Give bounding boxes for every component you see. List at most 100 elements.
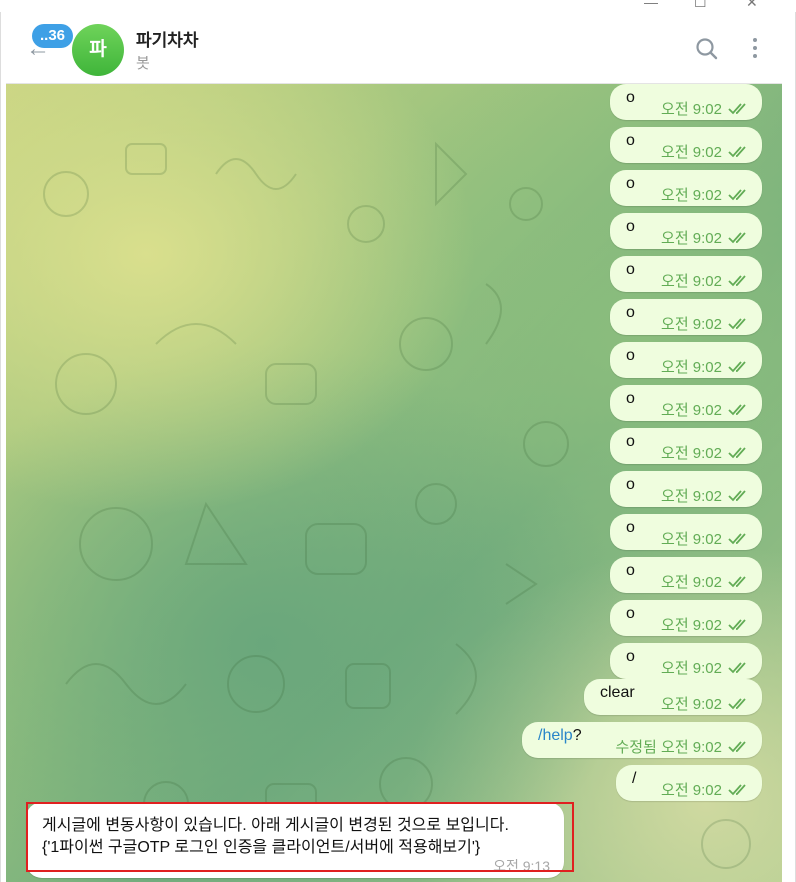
message-suffix: ? bbox=[572, 727, 582, 744]
message-text: o bbox=[626, 132, 635, 149]
double-check-icon bbox=[728, 619, 746, 631]
avatar[interactable]: 파 bbox=[72, 24, 124, 76]
message-meta: 오전 9:02 bbox=[661, 657, 750, 678]
message-meta: 오전 9:02 bbox=[661, 399, 750, 420]
message-time: 오전 9:02 bbox=[661, 782, 722, 799]
message-meta: 오전 9:02 bbox=[661, 141, 750, 162]
message-meta: 오전 9:02 bbox=[661, 442, 750, 463]
double-check-icon bbox=[728, 662, 746, 674]
message-meta: 오전 9:02 bbox=[661, 270, 750, 291]
message-meta: 오전 9:02 bbox=[661, 227, 750, 248]
message-time: 오전 9:02 bbox=[661, 187, 722, 204]
double-check-icon bbox=[728, 361, 746, 373]
chat-title[interactable]: 파기차차 bbox=[136, 26, 199, 51]
message-meta: 오전 9:02 bbox=[661, 693, 750, 714]
outgoing-message[interactable]: o 오전 9:02 bbox=[610, 256, 762, 292]
double-check-icon bbox=[728, 784, 746, 796]
outgoing-message[interactable]: o 오전 9:02 bbox=[610, 600, 762, 636]
outgoing-message[interactable]: o 오전 9:02 bbox=[610, 299, 762, 335]
outgoing-message[interactable]: o 오전 9:02 bbox=[610, 127, 762, 163]
outgoing-message[interactable]: o 오전 9:02 bbox=[610, 385, 762, 421]
message-text: / bbox=[632, 770, 637, 787]
message-time: 오전 9:02 bbox=[661, 617, 722, 634]
chat-header: ← ..36 파 파기차차 봇 bbox=[6, 14, 782, 84]
incoming-message-line1: 게시글에 변동사항이 있습니다. 아래 게시글이 변경된 것으로 보입니다. bbox=[42, 817, 509, 834]
message-text: o bbox=[626, 89, 635, 106]
message-text: o bbox=[626, 476, 635, 493]
double-check-icon bbox=[728, 232, 746, 244]
outgoing-message[interactable]: o 오전 9:02 bbox=[610, 84, 762, 120]
message-text: o bbox=[626, 304, 635, 321]
message-text: o bbox=[626, 519, 635, 536]
chat-status: 봇 bbox=[136, 55, 150, 72]
message-time: 오전 9:02 bbox=[661, 316, 722, 333]
incoming-message-line2: {'1파이썬 구글OTP 로그인 인증을 클라이언트/서버에 적용해보기'} bbox=[42, 839, 481, 856]
message-time: 오전 9:02 bbox=[661, 488, 722, 505]
message-meta: 오전 9:02 bbox=[661, 614, 750, 635]
message-time: 오전 9:02 bbox=[661, 230, 722, 247]
double-check-icon bbox=[728, 576, 746, 588]
message-time: 오전 9:02 bbox=[661, 273, 722, 290]
double-check-icon bbox=[728, 447, 746, 459]
outgoing-message[interactable]: o 오전 9:02 bbox=[610, 514, 762, 550]
message-meta: 수정됨 오전 9:02 bbox=[615, 736, 750, 757]
message-text: o bbox=[626, 347, 635, 364]
message-time: 오전 9:02 bbox=[661, 101, 722, 118]
message-text: o bbox=[626, 390, 635, 407]
incoming-message-time: 오전 9:13 bbox=[493, 858, 550, 874]
incoming-message[interactable]: 게시글에 변동사항이 있습니다. 아래 게시글이 변경된 것으로 보입니다. {… bbox=[26, 802, 564, 878]
double-check-icon bbox=[728, 275, 746, 287]
double-check-icon bbox=[728, 318, 746, 330]
outgoing-message[interactable]: o 오전 9:02 bbox=[610, 213, 762, 249]
outgoing-message[interactable]: o 오전 9:02 bbox=[610, 471, 762, 507]
message-meta: 오전 9:02 bbox=[661, 184, 750, 205]
outgoing-message[interactable]: o 오전 9:02 bbox=[610, 428, 762, 464]
double-check-icon bbox=[728, 189, 746, 201]
double-check-icon bbox=[728, 741, 746, 753]
message-text: clear bbox=[600, 684, 635, 701]
command-link[interactable]: /help bbox=[538, 727, 573, 744]
double-check-icon bbox=[728, 146, 746, 158]
message-time: 오전 9:02 bbox=[661, 402, 722, 419]
message-text: o bbox=[626, 433, 635, 450]
message-meta: 오전 9:02 bbox=[661, 571, 750, 592]
message-time: 오전 9:02 bbox=[661, 445, 722, 462]
outgoing-message[interactable]: o 오전 9:02 bbox=[610, 170, 762, 206]
outgoing-message[interactable]: o 오전 9:02 bbox=[610, 342, 762, 378]
message-meta: 오전 9:02 bbox=[661, 356, 750, 377]
unread-count-badge: ..36 bbox=[32, 24, 74, 48]
outgoing-message[interactable]: clear 오전 9:02 bbox=[584, 679, 762, 715]
message-meta: 오전 9:02 bbox=[661, 98, 750, 119]
message-text: o bbox=[626, 261, 635, 278]
window-controls: — ☐ ✕ bbox=[636, 0, 796, 12]
message-text: o bbox=[626, 175, 635, 192]
close-window-button[interactable]: ✕ bbox=[746, 0, 758, 11]
double-check-icon bbox=[728, 490, 746, 502]
minimize-button[interactable]: — bbox=[644, 0, 658, 10]
message-time: 오전 9:02 bbox=[661, 574, 722, 591]
maximize-button[interactable]: ☐ bbox=[694, 0, 707, 11]
outgoing-message[interactable]: o 오전 9:02 bbox=[610, 557, 762, 593]
message-time: 오전 9:02 bbox=[661, 696, 722, 713]
message-time: 오전 9:02 bbox=[661, 739, 722, 756]
message-time: 오전 9:02 bbox=[661, 359, 722, 376]
message-text: /help? bbox=[538, 727, 582, 745]
outgoing-message[interactable]: /help? 수정됨 오전 9:02 bbox=[522, 722, 762, 758]
message-meta: 오전 9:02 bbox=[661, 779, 750, 800]
edited-label: 수정됨 bbox=[615, 739, 657, 756]
more-options-icon[interactable] bbox=[750, 38, 760, 62]
double-check-icon bbox=[728, 103, 746, 115]
double-check-icon bbox=[728, 698, 746, 710]
message-time: 오전 9:02 bbox=[661, 144, 722, 161]
message-time: 오전 9:02 bbox=[661, 660, 722, 677]
message-meta: 오전 9:02 bbox=[661, 528, 750, 549]
outgoing-message[interactable]: / 오전 9:02 bbox=[616, 765, 762, 801]
outgoing-message[interactable]: o 오전 9:02 bbox=[610, 643, 762, 679]
double-check-icon bbox=[728, 404, 746, 416]
message-time: 오전 9:02 bbox=[661, 531, 722, 548]
search-icon[interactable] bbox=[694, 36, 720, 62]
message-text: o bbox=[626, 562, 635, 579]
double-check-icon bbox=[728, 533, 746, 545]
message-meta: 오전 9:02 bbox=[661, 313, 750, 334]
message-text: o bbox=[626, 648, 635, 665]
